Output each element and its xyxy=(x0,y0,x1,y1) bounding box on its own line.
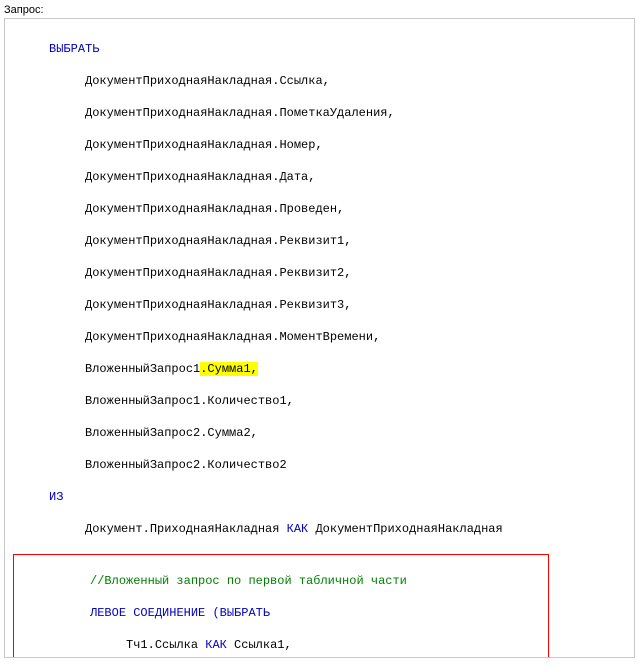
select-field: ВложенныйЗапрос2.Сумма2, xyxy=(85,426,258,440)
select-field: ДокументПриходнаяНакладная.Реквизит2, xyxy=(85,266,351,280)
select-field: ВложенныйЗапрос1 xyxy=(85,362,200,376)
from-alias: ДокументПриходнаяНакладная xyxy=(308,522,502,536)
select-field: ДокументПриходнаяНакладная.Дата, xyxy=(85,170,315,184)
highlighted-text: .Сумма1, xyxy=(200,362,258,376)
keyword-left: ЛЕВОЕ xyxy=(90,606,126,620)
keyword-select: ВЫБРАТЬ xyxy=(49,42,99,56)
select-field: ДокументПриходнаяНакладная.ПометкаУдален… xyxy=(85,106,395,120)
panel-title: Запрос: xyxy=(0,0,639,18)
sub-field: Тч1.Ссылка xyxy=(126,638,205,652)
select-field: ДокументПриходнаяНакладная.Реквизит1, xyxy=(85,234,351,248)
select-field: ДокументПриходнаяНакладная.Номер, xyxy=(85,138,323,152)
keyword-from: ИЗ xyxy=(49,490,63,504)
keyword-as: КАК xyxy=(287,522,309,536)
select-field: ВложенныйЗапрос2.Количество2 xyxy=(85,458,287,472)
highlight-box-1: //Вложенный запрос по первой табличной ч… xyxy=(13,554,549,658)
select-field: ВложенныйЗапрос1.Количество1, xyxy=(85,394,294,408)
comment-line: //Вложенный запрос по первой табличной ч… xyxy=(90,574,407,588)
subquery-open: (ВЫБРАТЬ xyxy=(205,606,270,620)
select-field: ДокументПриходнаяНакладная.Проведен, xyxy=(85,202,344,216)
select-field: ДокументПриходнаяНакладная.Реквизит3, xyxy=(85,298,351,312)
keyword-join: СОЕДИНЕНИЕ xyxy=(133,606,205,620)
from-table: Документ.ПриходнаяНакладная xyxy=(85,522,287,536)
select-field: ДокументПриходнаяНакладная.МоментВремени… xyxy=(85,330,380,344)
query-code: ВЫБРАТЬ ДокументПриходнаяНакладная.Ссылк… xyxy=(13,25,626,658)
select-field: ДокументПриходнаяНакладная.Ссылка, xyxy=(85,74,330,88)
query-text-area[interactable]: ВЫБРАТЬ ДокументПриходнаяНакладная.Ссылк… xyxy=(4,18,635,658)
